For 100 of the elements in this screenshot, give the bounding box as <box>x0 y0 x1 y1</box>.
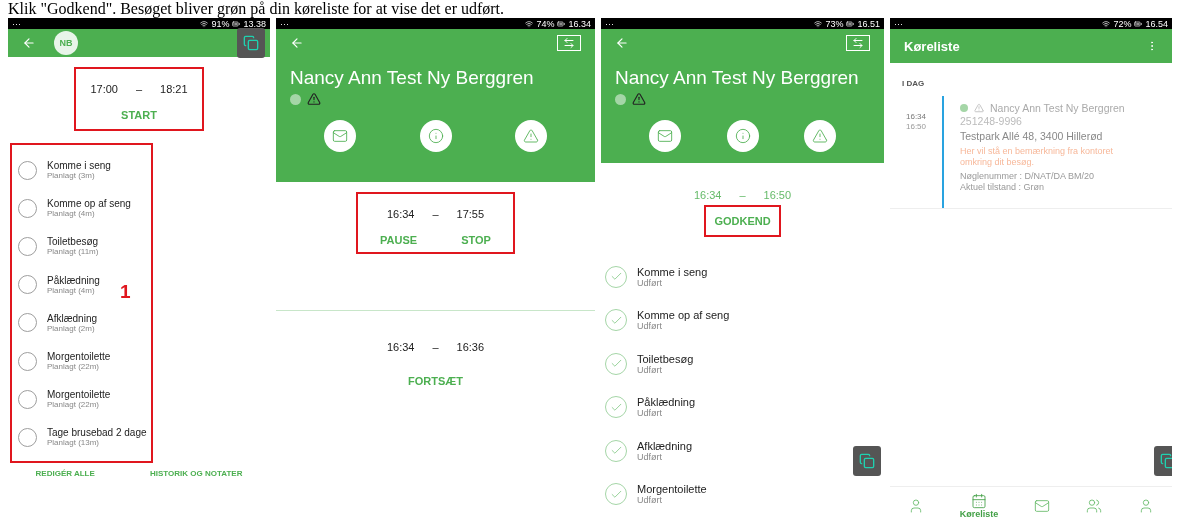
stop-button[interactable]: STOP <box>461 234 491 246</box>
clock: 16.34 <box>568 18 591 29</box>
mail-icon <box>332 128 348 144</box>
task-name: Komme op af seng <box>637 309 730 322</box>
mail-button[interactable] <box>324 120 356 152</box>
battery-level: 74% <box>536 18 555 29</box>
screen-title: Køreliste <box>904 38 960 54</box>
task-name: Komme i seng <box>637 265 708 278</box>
client-id: 251248-9996 <box>960 114 1023 128</box>
person-icon <box>1138 497 1154 514</box>
start-time: 17:00 <box>90 83 118 95</box>
task-status: Planlagt (22m) <box>47 400 101 410</box>
avatar: NB <box>54 31 78 55</box>
nav-tab[interactable]: Køreliste <box>959 492 999 519</box>
task-status: Planlagt (22m) <box>47 362 101 372</box>
pause-start-time: 16:34 <box>386 341 415 353</box>
notification-dots: ··· <box>280 18 289 29</box>
current-state: Aktuel tilstand : Grøn <box>960 182 1046 193</box>
task-name: Toiletbesøg <box>637 352 694 365</box>
nav-tab[interactable] <box>1086 497 1103 514</box>
people-icon <box>1086 497 1103 514</box>
pause-end-time: 16:36 <box>456 341 485 353</box>
notification-dots: ··· <box>894 18 903 29</box>
battery-level: 73% <box>825 18 844 29</box>
info-button[interactable] <box>726 120 759 152</box>
info-icon <box>427 128 444 144</box>
end-time: 18:21 <box>160 83 188 95</box>
footer-link[interactable]: HISTORIK OG NOTATER <box>149 468 243 478</box>
battery-icon <box>557 19 566 28</box>
pause-button[interactable]: PAUSE <box>380 234 418 246</box>
warning-button[interactable] <box>804 120 836 152</box>
back-icon[interactable] <box>22 36 36 50</box>
task-status: Udført <box>637 408 662 419</box>
start-button[interactable]: START <box>121 109 157 121</box>
task-name: Komme i seng <box>47 160 111 172</box>
mail-icon <box>1034 497 1051 514</box>
copy-icon[interactable] <box>853 446 881 476</box>
resume-button[interactable]: FORTSÆT <box>408 375 463 387</box>
section-heading: I DAG <box>901 78 926 88</box>
client-address: Testpark Allé 48, 3400 Hillerød <box>960 130 1104 143</box>
warning-icon <box>812 128 828 144</box>
battery-level: 72% <box>1113 18 1132 29</box>
back-icon[interactable] <box>615 36 629 50</box>
task-name: Påklædning <box>47 274 100 286</box>
task-status: Udført <box>637 495 662 506</box>
clock: 16.54 <box>1145 18 1168 29</box>
client-name: Nancy Ann Test Ny Berggren <box>615 67 860 89</box>
task-status: Planlagt (2m) <box>47 323 96 333</box>
task-status: Udført <box>637 364 662 375</box>
swap-icon[interactable] <box>846 35 870 51</box>
wifi-icon <box>814 19 823 28</box>
battery-icon <box>232 19 241 28</box>
time-dash: – <box>739 189 746 201</box>
time-dash: – <box>432 341 439 353</box>
task-status: Udført <box>637 321 663 332</box>
start-time: 16:34 <box>693 189 722 201</box>
nav-tab[interactable] <box>1138 497 1154 514</box>
battery-icon <box>846 19 855 28</box>
warning-icon <box>307 92 321 106</box>
start-time: 16:34 <box>386 208 415 220</box>
annotation-number: 1 <box>120 281 131 303</box>
task-name: Komme op af seng <box>47 198 131 210</box>
task-status: Udført <box>637 277 663 288</box>
notification-dots: ··· <box>605 18 614 29</box>
visit-card[interactable]: 16:34 16:50 Nancy Ann Test Ny Berggren 251248-9996 Testpark Allé 48, 3400 Hillerød Her vil stå en bemærkning fra kontoret omkring dit besøg. Nøglenummer : D/NAT/DA BM/20 Aktuel tilstand : Grøn <box>890 88 1172 209</box>
end-time: 17:55 <box>456 208 485 220</box>
nav-tab[interactable] <box>1034 497 1051 514</box>
task-status: Udført <box>637 451 662 462</box>
info-button[interactable] <box>419 120 452 152</box>
caption: Klik "Godkend". Besøget bliver grøn på din køreliste for at vise det er udført. <box>7 0 506 18</box>
client-name: Nancy Ann Test Ny Berggren <box>290 67 535 89</box>
copy-icon[interactable] <box>237 28 265 58</box>
approve-button[interactable]: GODKEND <box>714 215 771 227</box>
mail-button[interactable] <box>649 120 681 152</box>
end-time: 16:50 <box>763 189 792 201</box>
visit-start: 16:34 <box>906 112 927 122</box>
status-dot <box>615 93 626 105</box>
warning-icon <box>974 103 985 114</box>
swap-icon[interactable] <box>557 35 581 51</box>
warning-button[interactable] <box>515 120 547 152</box>
notification-dots: ··· <box>12 18 21 29</box>
task-status: Planlagt (11m) <box>47 247 99 257</box>
task-status: Planlagt (3m) <box>47 171 96 181</box>
task-status: Planlagt (13m) <box>47 438 101 448</box>
footer-link[interactable]: REDIGÉR ALLE <box>35 468 95 478</box>
task-status: Planlagt (4m) <box>47 285 96 295</box>
status-dot <box>960 104 969 113</box>
time-dash: – <box>135 83 143 95</box>
time-dash: – <box>432 208 439 220</box>
battery-level: 91% <box>211 18 230 29</box>
clock: 16.51 <box>857 18 880 29</box>
back-icon[interactable] <box>290 36 304 50</box>
status-dot <box>290 93 301 105</box>
task-name: Toiletbesøg <box>47 236 99 248</box>
key-number: Nøglenummer : D/NAT/DA BM/20 <box>960 171 1095 183</box>
wifi-icon <box>525 19 534 28</box>
client-name: Nancy Ann Test Ny Berggren <box>990 102 1125 115</box>
task-status: Planlagt (4m) <box>47 209 96 219</box>
warning-icon <box>632 92 646 106</box>
office-note: Her vil stå en bemærkning fra kontoret omkring dit besøg. <box>960 145 1115 169</box>
